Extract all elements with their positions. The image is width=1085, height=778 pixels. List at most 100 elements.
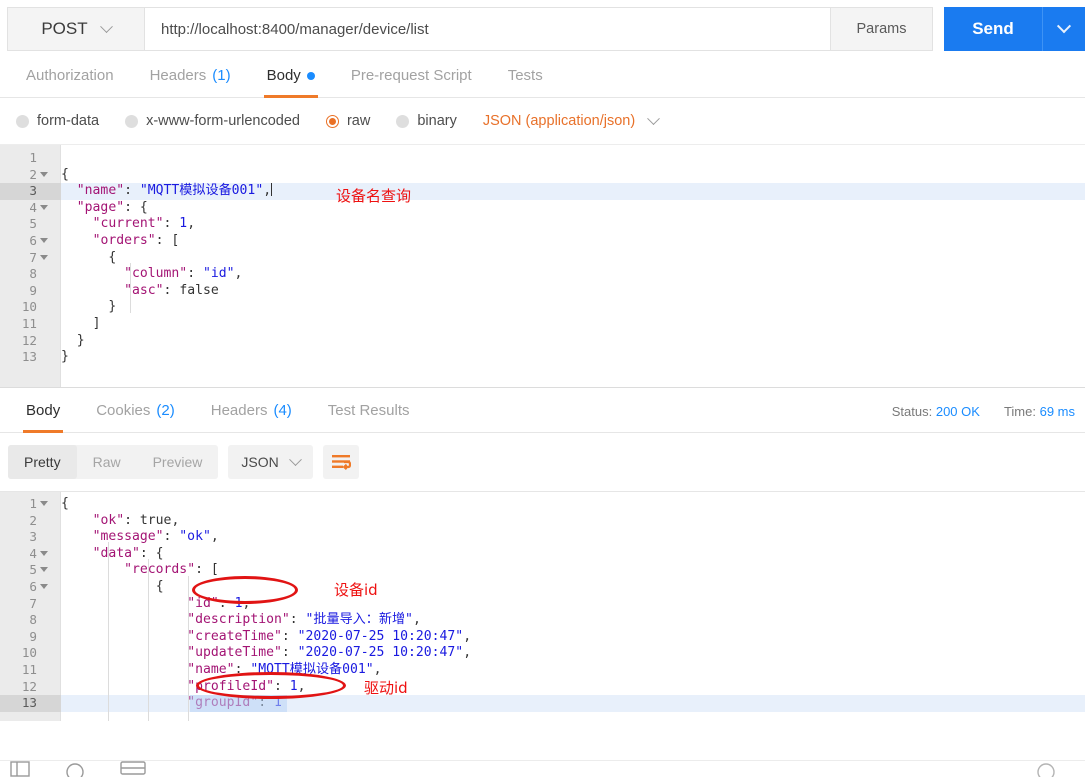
http-method-label: POST: [41, 19, 88, 38]
line-number: 8: [29, 266, 37, 282]
chevron-down-icon: [647, 111, 661, 125]
status-value: 200 OK: [935, 404, 980, 419]
fold-triangle-icon[interactable]: [40, 204, 48, 210]
fold-triangle-icon[interactable]: [40, 550, 48, 556]
search-circle-icon[interactable]: [64, 761, 86, 777]
send-options-button[interactable]: [1042, 7, 1085, 51]
code-line: 8 "column": "id",: [29, 266, 1085, 283]
fold-triangle-icon[interactable]: [40, 237, 48, 243]
code-line: 5 "current": 1,: [29, 216, 1085, 233]
request-url-bar: POST http://localhost:8400/manager/devic…: [0, 0, 1085, 51]
tab-count: (1): [212, 67, 231, 84]
fold-triangle-icon[interactable]: [40, 567, 48, 573]
url-text: http://localhost:8400/manager/device/lis…: [161, 20, 429, 38]
radio-icon: [396, 114, 410, 128]
view-mode-raw[interactable]: Raw: [77, 445, 137, 479]
time-label: Time:: [1003, 404, 1036, 419]
time-group: Time: 69 ms: [1004, 404, 1075, 419]
send-button-group: Send: [944, 7, 1085, 51]
radio-icon: [16, 114, 29, 128]
line-number: 13: [21, 349, 37, 365]
line-number: 10: [21, 299, 37, 315]
url-input[interactable]: http://localhost:8400/manager/device/lis…: [144, 7, 831, 51]
line-number: 12: [21, 332, 37, 348]
tab-headers[interactable]: Headers (1): [132, 67, 249, 97]
code-line: 8 "description": "批量导入：新增",: [29, 612, 1085, 629]
view-mode-preview[interactable]: Preview: [137, 445, 219, 479]
indent-guide: [148, 559, 149, 721]
status-label: Status:: [891, 404, 933, 419]
content-type-label: JSON (application/json): [482, 113, 636, 129]
response-view-mode-group: Pretty Raw Preview: [8, 445, 219, 479]
body-type-form-data[interactable]: form-data: [16, 113, 99, 129]
line-number: 10: [21, 645, 37, 661]
line-number: 4: [29, 545, 37, 561]
line-number: 11: [21, 661, 37, 677]
view-mode-pretty[interactable]: Pretty: [8, 445, 77, 479]
indent-guide: [108, 542, 109, 721]
response-format-dropdown[interactable]: JSON: [228, 445, 313, 479]
line-number: 13: [21, 695, 37, 711]
tab-tests[interactable]: Tests: [490, 67, 561, 97]
fold-triangle-icon[interactable]: [40, 171, 48, 177]
console-icon[interactable]: [120, 761, 146, 777]
tab-label: Headers: [149, 67, 207, 84]
http-method-dropdown[interactable]: POST: [7, 7, 144, 51]
request-body-editor[interactable]: 1 2{3 "name": "MQTT模拟设备001", 4 "page": {5 …: [0, 144, 1085, 387]
content-type-dropdown[interactable]: JSON (application/json): [482, 111, 661, 129]
line-number: 2: [29, 166, 37, 182]
line-number: 6: [29, 578, 37, 594]
help-circle-icon[interactable]: [1035, 761, 1057, 777]
line-number: 7: [29, 249, 37, 265]
line-number: 4: [29, 199, 37, 215]
tab-label: Tests: [507, 67, 543, 84]
code-line: 10 }: [22, 299, 1085, 316]
annotation-circle-device-id: [192, 576, 298, 604]
code-line: 6 "orders": [: [29, 233, 1085, 250]
code-line: 9 "asc": false: [29, 283, 1085, 300]
response-tab-test-results[interactable]: Test Results: [310, 402, 428, 432]
send-button[interactable]: Send: [944, 7, 1042, 51]
annotation-profile-id-label: 驱动id: [364, 679, 408, 697]
tab-label: Cookies: [96, 402, 151, 419]
line-number: 9: [29, 282, 37, 298]
line-number: 9: [29, 628, 37, 644]
response-tab-body[interactable]: Body: [8, 402, 78, 433]
body-type-label: binary: [417, 113, 457, 129]
code-line: 5 "records": [: [29, 562, 1085, 579]
tab-label: Body: [266, 67, 301, 84]
tab-label: Headers: [210, 402, 268, 419]
tab-pre-request-script[interactable]: Pre-request Script: [333, 67, 490, 97]
layout-panel-icon[interactable]: [10, 761, 30, 777]
body-type-label: x-www-form-urlencoded: [146, 113, 300, 129]
tab-authorization[interactable]: Authorization: [8, 67, 132, 97]
response-tab-headers[interactable]: Headers (4): [193, 402, 310, 432]
response-tab-cookies[interactable]: Cookies (2): [78, 402, 193, 432]
code-line: 4 "data": {: [29, 546, 1085, 563]
body-type-binary[interactable]: binary: [396, 113, 457, 129]
annotation-circle-profile-id: [196, 672, 346, 699]
chevron-down-icon: [1056, 19, 1072, 34]
line-number: 7: [29, 595, 37, 611]
body-type-urlencoded[interactable]: x-www-form-urlencoded: [125, 113, 300, 129]
wrap-lines-icon: [331, 454, 351, 470]
code-line: 3 "message": "ok",: [29, 529, 1085, 546]
line-number: 5: [29, 562, 37, 578]
request-tab-bar: Authorization Headers (1) Body Pre-reque…: [0, 51, 1085, 98]
code-line: 7 {: [29, 250, 1085, 267]
request-code-area[interactable]: 1 2{3 "name": "MQTT模拟设备001", 4 "page": {5 …: [0, 145, 1085, 366]
fold-triangle-icon[interactable]: [40, 254, 48, 260]
fold-triangle-icon[interactable]: [40, 501, 48, 506]
response-format-label: JSON: [241, 454, 279, 470]
line-number: 6: [29, 232, 37, 248]
line-number: 1: [29, 150, 37, 165]
fold-triangle-icon[interactable]: [40, 583, 48, 589]
response-body-viewer[interactable]: 1{2 "ok": true, 3 "message": "ok", 4 "data…: [0, 491, 1085, 721]
response-tab-bar: Body Cookies (2) Headers (4) Test Result…: [0, 387, 1085, 433]
tab-body[interactable]: Body: [249, 67, 333, 98]
radio-selected-icon: [325, 114, 339, 128]
wrap-lines-button[interactable]: [322, 445, 359, 479]
body-type-raw[interactable]: raw: [325, 113, 370, 129]
line-number: 5: [29, 216, 37, 232]
params-button[interactable]: Params: [831, 7, 933, 51]
